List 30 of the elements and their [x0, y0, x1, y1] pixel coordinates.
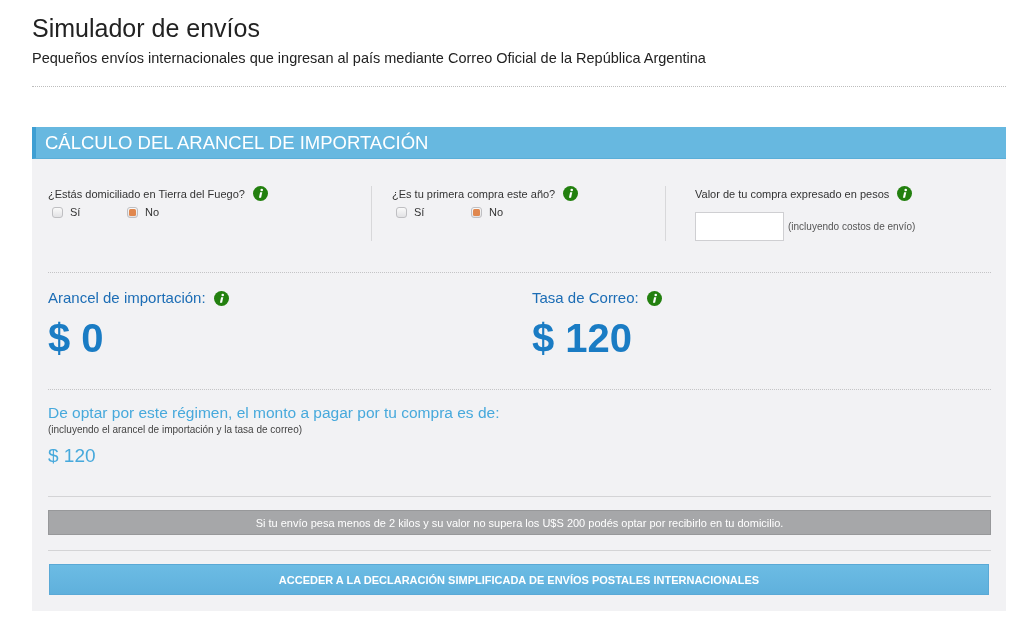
checkbox[interactable]: [52, 206, 63, 218]
question-label: ¿Estás domiciliado en Tierra del Fuego?: [48, 186, 245, 201]
info-icon[interactable]: [897, 186, 913, 201]
option-label: Sí: [414, 206, 425, 218]
value-label: Valor de tu compra expresado en pesos: [695, 186, 890, 201]
checkbox[interactable]: [471, 206, 482, 218]
result-amount: $ 0: [48, 315, 105, 361]
info-icon[interactable]: [252, 186, 268, 201]
question-label: ¿Es tu primera compra este año?: [392, 186, 556, 201]
notice-bar: Si tu envío pesa menos de 2 kilos y su valor no supera los U$S 200 podés optar por recibirlo en tu domicilio.: [48, 510, 991, 535]
option-label: No: [489, 206, 504, 218]
total-amount: $ 120: [48, 445, 97, 467]
info-icon[interactable]: [213, 290, 229, 306]
result-amount: $ 120: [532, 315, 634, 361]
page-title: Simulador de envíos: [32, 13, 261, 44]
declaration-button[interactable]: ACCEDER A LA DECLARACIÓN SIMPLIFICADA DE ENVÍOS POSTALES INTERNACIONALES: [49, 564, 989, 595]
info-icon[interactable]: [563, 186, 579, 201]
option-label: No: [145, 206, 160, 218]
total-note: (incluyendo el arancel de importación y la tasa de correo): [48, 423, 304, 437]
total-label: De optar por este régimen, el monto a pagar por tu compra es de:: [48, 403, 501, 422]
result-label: Tasa de Correo:: [532, 289, 639, 307]
page-subtitle: Pequeños envíos internacionales que ingresan al país mediante Correo Oficial de la República Argentina: [32, 49, 707, 67]
result-label: Arancel de importación:: [48, 289, 206, 307]
panel-header: CÁLCULO DEL ARANCEL DE IMPORTACIÓN: [32, 127, 1006, 159]
option-label: Sí: [70, 206, 81, 218]
value-note: (incluyendo costos de envío): [788, 221, 916, 232]
checkbox[interactable]: [127, 206, 138, 218]
info-icon[interactable]: [646, 290, 662, 306]
checkbox[interactable]: [396, 206, 407, 218]
value-input-field[interactable]: [695, 212, 784, 241]
